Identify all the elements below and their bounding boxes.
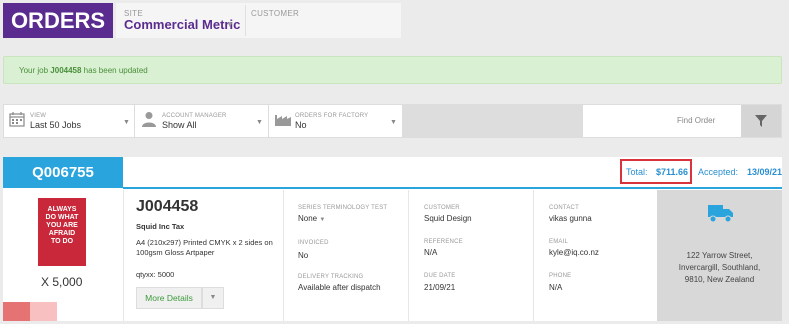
card-header-line: [123, 187, 782, 189]
account-manager-value: Show All: [162, 120, 197, 130]
factory-icon: [275, 115, 291, 126]
banner-job-link[interactable]: J004458: [50, 66, 81, 75]
quote-number[interactable]: Q006755: [3, 157, 123, 188]
phone-value: N/A: [549, 283, 563, 292]
reference-value: N/A: [424, 248, 438, 257]
accepted-value: 13/09/21: [747, 167, 783, 177]
proof-thumbnail[interactable]: [30, 302, 57, 321]
calendar-icon: [9, 112, 25, 127]
site-selector[interactable]: Commercial Metric: [124, 17, 240, 32]
job-quantity: qtyxx: 5000: [136, 270, 175, 279]
series-value[interactable]: None ▼: [298, 214, 325, 223]
delivery-address: 122 Yarrow Street, Invercargill, Southla…: [657, 250, 782, 286]
orders-for-factory-label: ORDERS FOR FACTORY: [295, 113, 369, 119]
delivery-tracking-label: DELIVERY TRACKING: [298, 274, 364, 280]
chevron-down-icon: ▼: [123, 119, 130, 126]
column-divider: [283, 190, 284, 321]
address-line: 122 Yarrow Street,: [686, 251, 753, 260]
contact-label: CONTACT: [549, 205, 579, 211]
accepted-label: Accepted:: [698, 167, 739, 177]
address-line: Invercargill, Southland,: [678, 263, 761, 272]
chevron-down-icon: ▼: [390, 119, 397, 126]
success-message: Your job J004458 has been updated: [19, 66, 148, 75]
more-details-button[interactable]: More Details: [136, 287, 202, 309]
orders-for-factory-value: No: [295, 120, 307, 130]
product-text-line: TO DO: [50, 238, 74, 245]
product-thumbnail[interactable]: ALWAYS DO WHAT YOU ARE AFRAID TO DO: [38, 198, 86, 266]
filter-spacer: [403, 105, 583, 137]
customer-selector[interactable]: CUSTOMER: [251, 9, 299, 18]
proof-thumbnail[interactable]: [3, 302, 30, 321]
due-date-label: DUE DATE: [424, 273, 456, 279]
due-date-value: 21/09/21: [424, 283, 456, 292]
page-title: ORDERS: [3, 3, 113, 38]
filter-button[interactable]: [741, 105, 781, 137]
address-line: 9810, New Zealand: [684, 275, 755, 284]
invoiced-value: No: [298, 251, 309, 260]
chevron-down-icon: ▼: [256, 119, 263, 126]
contact-value: vikas gunna: [549, 214, 592, 223]
job-number[interactable]: J004458: [136, 198, 198, 216]
reference-label: REFERENCE: [424, 239, 463, 245]
product-text-line: ALWAYS: [47, 206, 77, 213]
view-value: Last 50 Jobs: [30, 120, 82, 130]
job-description: A4 (210x297) Printed CMYK x 2 sides on 1…: [136, 238, 273, 257]
more-details-dropdown[interactable]: ▼: [202, 287, 224, 309]
job-customer-name: Squid Inc Tax: [136, 222, 185, 231]
phone-label: PHONE: [549, 273, 572, 279]
quantity-display: X 5,000: [41, 275, 83, 289]
account-manager-label: ACCOUNT MANAGER: [162, 113, 227, 119]
total-highlight: [620, 159, 692, 184]
customer-label: CUSTOMER: [424, 205, 460, 211]
site-chevron-down-icon[interactable]: ▼: [226, 20, 234, 29]
person-icon: [142, 112, 156, 127]
product-text-line: AFRAID: [48, 230, 76, 237]
product-text-line: YOU ARE: [46, 222, 78, 229]
column-divider: [123, 190, 124, 321]
email-label: EMAIL: [549, 239, 569, 245]
column-divider: [533, 190, 534, 321]
chevron-down-icon: ▼: [209, 294, 217, 301]
filter-icon: [755, 115, 767, 127]
invoiced-label: INVOICED: [298, 240, 329, 246]
email-value[interactable]: kyle@iq.co.nz: [549, 248, 599, 257]
delivery-tracking-value: Available after dispatch: [298, 283, 381, 292]
column-divider: [408, 190, 409, 321]
header-divider: [245, 5, 246, 36]
customer-value: Squid Design: [424, 214, 472, 223]
view-label: VIEW: [30, 113, 47, 119]
chevron-down-icon: ▼: [319, 217, 326, 223]
series-label: SERIES TERMINOLOGY TEST: [298, 205, 388, 211]
product-text-line: DO WHAT: [45, 214, 79, 221]
find-order-input[interactable]: Find Order: [677, 116, 715, 125]
truck-icon: [708, 205, 733, 223]
